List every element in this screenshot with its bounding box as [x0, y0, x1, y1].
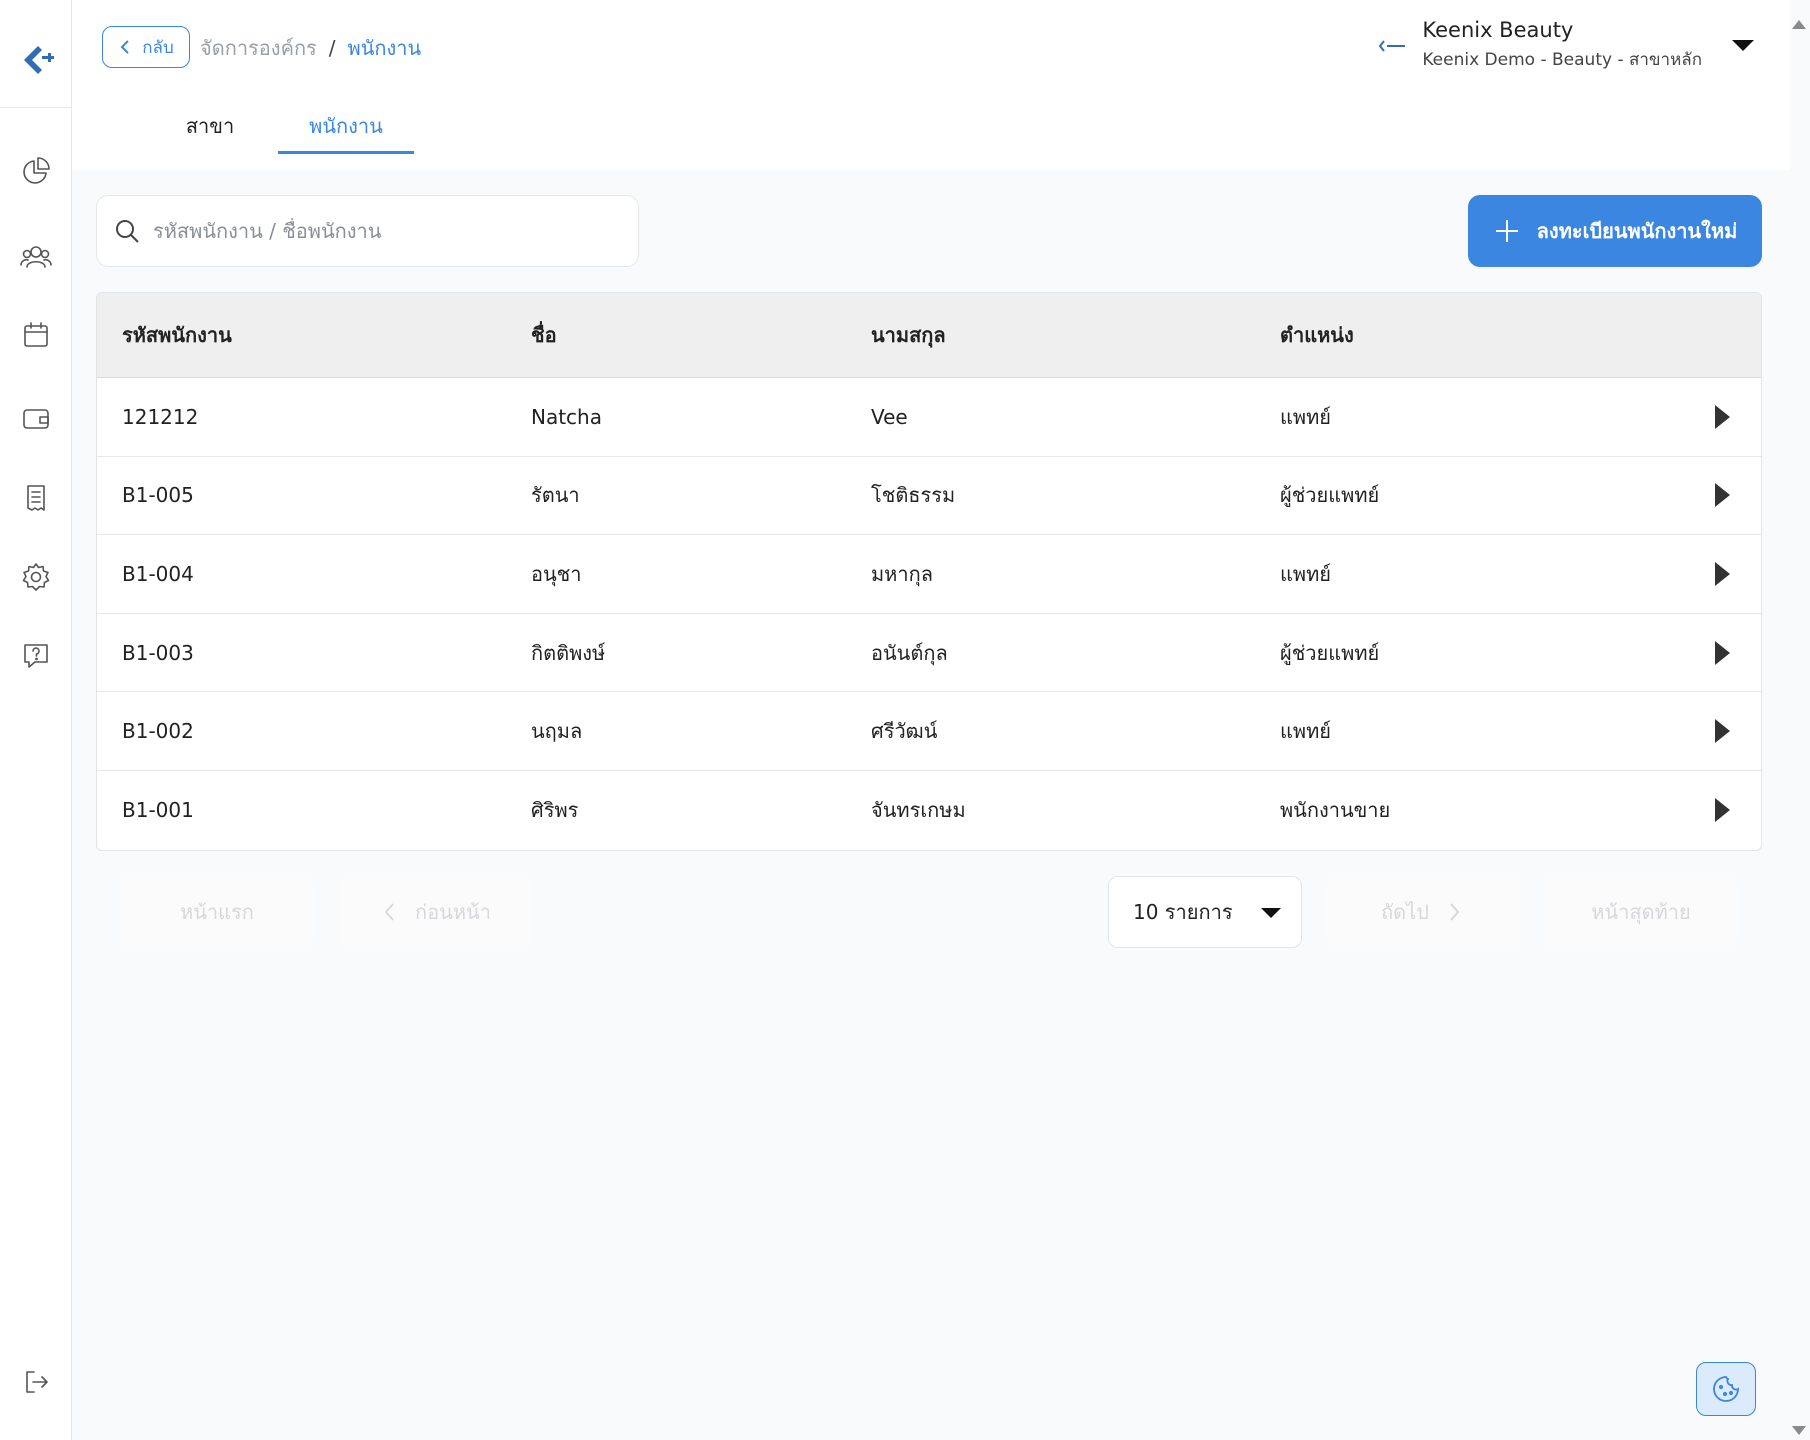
- row-arrow-right-icon[interactable]: [1715, 798, 1730, 823]
- breadcrumb-current-employees: พนักงาน: [347, 36, 422, 60]
- cell-employee-id: 121212: [122, 404, 199, 429]
- cookie-icon: [1713, 1376, 1739, 1402]
- row-arrow-right-icon[interactable]: [1715, 640, 1730, 665]
- cell-first-name: ศิริพร: [531, 798, 579, 823]
- prev-page-button[interactable]: ก่อนหน้า: [338, 876, 532, 948]
- cell-employee-id: B1-004: [122, 561, 194, 586]
- table-row[interactable]: 121212 Natcha Vee แพทย์: [97, 378, 1761, 457]
- search-box[interactable]: [96, 195, 639, 267]
- breadcrumb: จัดการองค์กร / พนักงาน: [200, 32, 421, 64]
- cell-first-name: อนุชา: [531, 561, 582, 586]
- org-switcher[interactable]: Keenix Beauty Keenix Demo - Beauty - สาข…: [1378, 18, 1754, 73]
- cell-employee-id: B1-005: [122, 483, 194, 508]
- cell-employee-id: B1-003: [122, 640, 194, 665]
- top-header: กลับ จัดการองค์กร / พนักงาน Keenix Beaut…: [72, 0, 1790, 170]
- logout-icon[interactable]: [14, 1360, 58, 1404]
- table-row[interactable]: B1-001 ศิริพร จันทรเกษม พนักงานขาย: [97, 771, 1761, 850]
- cookie-settings-button[interactable]: [1696, 1362, 1756, 1416]
- caret-down-icon: [1261, 908, 1281, 918]
- customers-icon[interactable]: [14, 235, 58, 279]
- help-chat-icon[interactable]: [14, 634, 58, 678]
- chevron-right-icon: [1450, 903, 1460, 921]
- back-button[interactable]: กลับ: [102, 26, 190, 68]
- cell-last-name: ศรีวัฒน์: [871, 719, 938, 744]
- cell-last-name: มหากุล: [871, 561, 933, 586]
- cell-employee-id: B1-002: [122, 719, 194, 744]
- row-arrow-right-icon[interactable]: [1715, 404, 1730, 429]
- search-input[interactable]: [151, 218, 631, 244]
- tab-employees[interactable]: พนักงาน: [278, 96, 414, 154]
- caret-down-icon[interactable]: [1732, 40, 1754, 51]
- cell-first-name: กิตติพงษ์: [531, 640, 606, 665]
- table-row[interactable]: B1-004 อนุชา มหากุล แพทย์: [97, 535, 1761, 614]
- search-icon: [116, 220, 139, 243]
- cell-employee-id: B1-001: [122, 798, 194, 823]
- column-header-position: ตำแหน่ง: [1280, 323, 1354, 347]
- tab-bar: สาขา พนักงาน: [142, 96, 414, 154]
- prev-page-label: ก่อนหน้า: [415, 900, 491, 924]
- wallet-icon[interactable]: [14, 396, 58, 440]
- dashboard-pie-icon[interactable]: [14, 149, 58, 193]
- page-size-value: 10 รายการ: [1133, 900, 1233, 924]
- cell-last-name: โชติธรรม: [871, 483, 956, 508]
- cell-position: พนักงานขาย: [1280, 798, 1391, 823]
- first-page-label: หน้าแรก: [180, 900, 254, 924]
- plus-icon: [1495, 220, 1518, 242]
- add-employee-button[interactable]: ลงทะเบียนพนักงานใหม่: [1468, 195, 1762, 267]
- cell-first-name: Natcha: [531, 404, 602, 429]
- row-arrow-right-icon[interactable]: [1715, 561, 1730, 586]
- page-size-select[interactable]: 10 รายการ: [1108, 876, 1302, 948]
- column-header-first-name: ชื่อ: [531, 323, 557, 347]
- cell-last-name: จันทรเกษม: [871, 798, 966, 823]
- cell-first-name: รัตนา: [531, 483, 580, 508]
- employee-table: รหัสพนักงาน ชื่อ นามสกุล ตำแหน่ง 121212 …: [96, 292, 1762, 851]
- chevron-left-icon: [120, 40, 129, 54]
- receipt-icon[interactable]: [14, 476, 58, 520]
- org-branch: Keenix Demo - Beauty - สาขาหลัก: [1422, 50, 1702, 70]
- breadcrumb-org-management[interactable]: จัดการองค์กร: [200, 32, 317, 64]
- scrollbar-down-arrow[interactable]: [1792, 1426, 1806, 1435]
- row-arrow-right-icon[interactable]: [1715, 719, 1730, 744]
- cell-position: ผู้ช่วยแพทย์: [1280, 483, 1380, 508]
- back-button-label: กลับ: [142, 37, 174, 58]
- cell-last-name: อนันต์กุล: [871, 640, 948, 665]
- cell-first-name: นฤมล: [531, 719, 583, 744]
- next-page-label: ถัดไป: [1381, 900, 1429, 924]
- scrollbar-up-arrow[interactable]: [1792, 20, 1806, 29]
- app-logo[interactable]: [12, 36, 60, 84]
- column-header-last-name: นามสกุล: [871, 323, 946, 347]
- column-header-employee-id: รหัสพนักงาน: [122, 323, 232, 347]
- settings-icon[interactable]: [14, 555, 58, 599]
- sidebar-divider: [0, 107, 72, 108]
- table-row[interactable]: B1-002 นฤมล ศรีวัฒน์ แพทย์: [97, 692, 1761, 771]
- cell-last-name: Vee: [871, 404, 908, 429]
- org-name: Keenix Beauty: [1422, 18, 1574, 42]
- table-row[interactable]: B1-003 กิตติพงษ์ อนันต์กุล ผู้ช่วยแพทย์: [97, 614, 1761, 693]
- first-page-button[interactable]: หน้าแรก: [120, 876, 314, 948]
- calendar-icon[interactable]: [14, 313, 58, 357]
- breadcrumb-separator: /: [328, 36, 336, 60]
- last-page-label: หน้าสุดท้าย: [1591, 900, 1691, 924]
- add-employee-label: ลงทะเบียนพนักงานใหม่: [1536, 219, 1738, 243]
- last-page-button[interactable]: หน้าสุดท้าย: [1544, 876, 1738, 948]
- cell-position: แพทย์: [1280, 719, 1331, 744]
- table-row[interactable]: B1-005 รัตนา โชติธรรม ผู้ช่วยแพทย์: [97, 457, 1761, 536]
- tab-branches[interactable]: สาขา: [142, 96, 278, 154]
- chevron-left-icon: [384, 903, 394, 921]
- cell-position: ผู้ช่วยแพทย์: [1280, 640, 1380, 665]
- sidebar: [0, 0, 72, 1440]
- cell-position: แพทย์: [1280, 404, 1331, 429]
- next-page-button[interactable]: ถัดไป: [1326, 876, 1520, 948]
- org-logo: [1378, 36, 1408, 56]
- cell-position: แพทย์: [1280, 561, 1331, 586]
- row-arrow-right-icon[interactable]: [1715, 483, 1730, 508]
- table-header: รหัสพนักงาน ชื่อ นามสกุล ตำแหน่ง: [97, 293, 1761, 378]
